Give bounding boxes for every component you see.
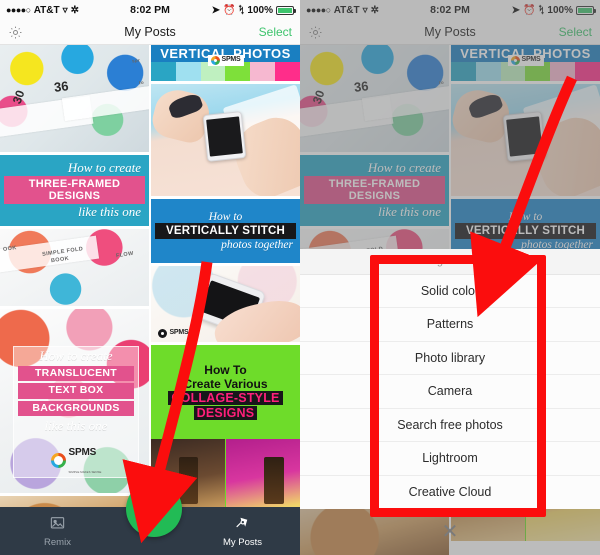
post-card-vertical-photos[interactable]: VERTICAL PHOTOS SPMS: [151, 45, 300, 81]
signal-strength-icon: ●●●●○: [6, 5, 31, 15]
post-card-translucent-text-box[interactable]: How to create TRANSLUCENT TEXT BOX BACKG…: [0, 308, 149, 493]
close-x-icon: ✕: [441, 521, 459, 543]
post-card-beach-phone[interactable]: [151, 84, 300, 196]
card-banner-3: BACKGROUNDS: [18, 400, 134, 417]
tab-remix[interactable]: Remix: [0, 515, 115, 548]
grid-column-right: VERTICAL PHOTOS SPMS How to VERTICALLY S…: [151, 45, 300, 555]
spms-logo-text: SPMS: [68, 447, 97, 459]
action-item-solid-color[interactable]: Solid color: [300, 274, 600, 308]
battery-percent-label: 100%: [247, 4, 273, 16]
carrier-label: AT&T: [33, 4, 60, 16]
card-banner-2: DESIGNS: [193, 406, 258, 421]
card-line-2: photos together: [221, 239, 293, 251]
spms-logo: SPMS SIMPLE MAKES SENSE: [50, 442, 102, 478]
card-banner: THREE-FRAMED DESIGNS: [4, 176, 145, 205]
spms-logo: SPMS: [158, 329, 189, 339]
spms-ring-icon: [210, 56, 220, 66]
post-card-simple-fold-book[interactable]: SIMPLE FOLD BOOK FLOW OOK: [0, 228, 149, 306]
posts-grid: 36 30 fo spr How to create THREE-FRAMED …: [0, 45, 300, 555]
card-line-2: like this one: [78, 204, 141, 220]
screenshot-stage: ●●●●○ AT&T ▿ ✲ 8:02 PM ➤ ⏰ ᛪ 100% My Pos…: [0, 0, 600, 555]
spms-logo-text: SPMS: [169, 329, 189, 337]
select-button[interactable]: Select: [259, 25, 292, 39]
pin-icon: [234, 515, 251, 535]
phone-screen-before: ●●●●○ AT&T ▿ ✲ 8:02 PM ➤ ⏰ ᛪ 100% My Pos…: [0, 0, 300, 555]
spms-logo: SPMS: [207, 55, 244, 67]
location-arrow-icon: ➤: [211, 4, 220, 16]
tab-remix-label: Remix: [44, 536, 71, 548]
card-text-fo: fo: [139, 79, 145, 86]
create-action-sheet: Create designs and collages Solid color …: [300, 248, 600, 509]
close-sheet-button[interactable]: ✕: [300, 515, 600, 549]
grid-column-left: 36 30 fo spr How to create THREE-FRAMED …: [0, 45, 149, 555]
card-line-1: How to create: [39, 347, 113, 363]
card-line-1: How to: [208, 211, 243, 223]
card-number-30: 30: [9, 88, 28, 106]
spms-ring-icon: [158, 329, 168, 339]
battery-icon: [276, 5, 296, 15]
plus-icon: [143, 498, 165, 520]
nav-bar: My Posts Select: [0, 20, 300, 45]
card-banner-1: COLLAGE-STYLE: [168, 391, 283, 406]
card-banner-2: TEXT BOX: [18, 383, 134, 399]
spms-logo-subtext: SIMPLE MAKES SENSE: [68, 470, 102, 475]
action-item-creative-cloud[interactable]: Creative Cloud: [300, 475, 600, 509]
spms-logo-text: SPMS: [221, 56, 241, 64]
post-card-white-phone[interactable]: SPMS: [151, 266, 300, 342]
create-button[interactable]: [126, 481, 182, 537]
tab-my-posts-label: My Posts: [222, 536, 263, 548]
card-number-36: 36: [52, 78, 69, 95]
action-item-lightroom[interactable]: Lightroom: [300, 442, 600, 476]
action-item-camera[interactable]: Camera: [300, 375, 600, 409]
bluetooth-icon: ᛪ: [238, 4, 245, 16]
card-line-1: How to create: [67, 160, 141, 176]
card-banner: VERTICALLY STITCH: [155, 223, 296, 239]
card-line-2: Create Various: [183, 376, 268, 391]
card-line-1: How To: [204, 362, 247, 377]
wifi-icon: ▿: [62, 4, 68, 16]
action-item-search-free-photos[interactable]: Search free photos: [300, 408, 600, 442]
photo-stack-icon: [49, 515, 66, 535]
action-sheet-header: Create designs and collages: [300, 248, 600, 275]
phone-screen-after: ●●●●○ AT&T ▿ ✲ 8:02 PM ➤ ⏰ ᛪ 100% My Pos…: [300, 0, 600, 555]
card-text-flow: FLOW: [115, 250, 135, 260]
card-line-2: like this one: [44, 418, 108, 434]
card-text-spr: spr: [131, 57, 141, 64]
post-card-craft-supplies[interactable]: 36 30 fo spr: [0, 45, 149, 152]
status-bar: ●●●●○ AT&T ▿ ✲ 8:02 PM ➤ ⏰ ᛪ 100%: [0, 0, 300, 20]
spms-ring-icon: [50, 452, 66, 468]
action-item-patterns[interactable]: Patterns: [300, 308, 600, 342]
card-banner-1: TRANSLUCENT: [18, 365, 134, 382]
sync-icon: ✲: [70, 4, 80, 16]
post-card-three-framed-designs[interactable]: How to create THREE-FRAMED DESIGNS like …: [0, 154, 149, 226]
action-item-photo-library[interactable]: Photo library: [300, 341, 600, 375]
gear-icon[interactable]: [8, 25, 23, 40]
post-card-vertically-stitch[interactable]: How to VERTICALLY STITCH photos together: [151, 199, 300, 263]
alarm-icon: ⏰: [222, 4, 236, 16]
tab-my-posts[interactable]: My Posts: [185, 515, 300, 548]
translucent-overlay: How to create TRANSLUCENT TEXT BOX BACKG…: [13, 345, 139, 479]
